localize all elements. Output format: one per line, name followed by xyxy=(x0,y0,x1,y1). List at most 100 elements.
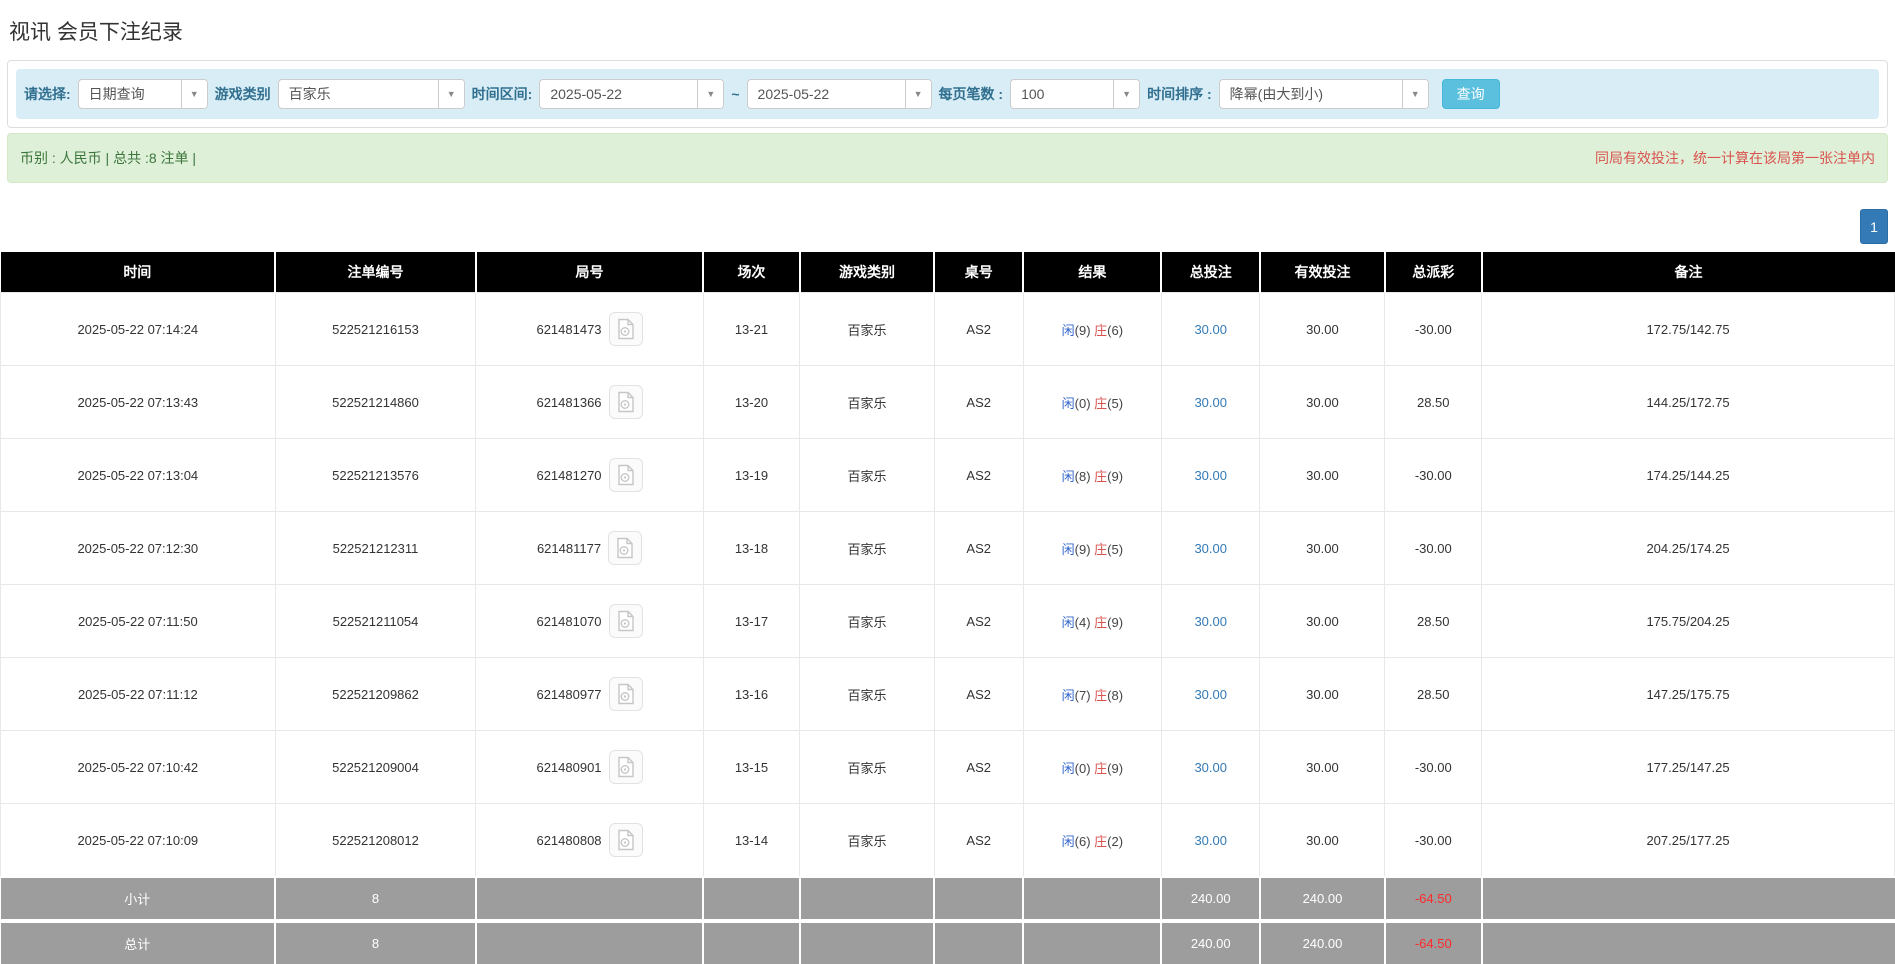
cell-table-number: AS2 xyxy=(933,584,1024,658)
cell-round: 621481270 xyxy=(475,438,704,512)
cell-round: 621480808 xyxy=(475,803,704,878)
date-to-select[interactable]: 2025-05-22 ▼ xyxy=(746,79,932,109)
time-sort-select[interactable]: 降幂(由大到小) ▼ xyxy=(1218,79,1429,109)
date-from-select[interactable]: 2025-05-22 ▼ xyxy=(539,79,725,109)
video-file-icon xyxy=(617,829,634,851)
column-header: 有效投注 xyxy=(1258,252,1385,293)
total-bet-link[interactable]: 30.00 xyxy=(1194,687,1227,702)
game-category-select[interactable]: 百家乐 ▼ xyxy=(277,79,465,109)
total-bet-link[interactable]: 30.00 xyxy=(1194,833,1227,848)
total-empty-cell xyxy=(1022,919,1162,964)
player-result-score: (0) xyxy=(1074,760,1091,776)
banker-result-score: (6) xyxy=(1107,322,1124,338)
player-result-label: 闲 xyxy=(1061,322,1075,338)
video-replay-button[interactable] xyxy=(608,677,643,711)
cell-valid-bet: 30.00 xyxy=(1259,438,1386,512)
video-replay-button[interactable] xyxy=(608,531,643,565)
chevron-down-icon[interactable]: ▼ xyxy=(180,80,207,108)
cell-note: 177.25/147.25 xyxy=(1481,730,1895,804)
cell-valid-bet: 30.00 xyxy=(1259,657,1386,731)
query-type-select[interactable]: 日期查询 ▼ xyxy=(77,79,208,109)
table-row: 2025-05-22 07:11:50 522521211054 621481070… xyxy=(0,584,1895,658)
cell-total-bet: 30.00 xyxy=(1160,730,1261,804)
total-empty-cell xyxy=(702,919,800,964)
video-replay-button[interactable] xyxy=(608,823,643,857)
column-header: 总投注 xyxy=(1160,252,1260,293)
cell-payout: 28.50 xyxy=(1384,584,1483,658)
cell-note: 207.25/177.25 xyxy=(1481,803,1895,878)
cell-bet-id: 522521214860 xyxy=(274,365,477,439)
cell-note: 175.75/204.25 xyxy=(1481,584,1895,658)
cell-valid-bet: 30.00 xyxy=(1259,584,1386,658)
cell-session: 13-16 xyxy=(702,657,801,731)
player-result-label: 闲 xyxy=(1061,687,1075,703)
banker-result-label: 庄 xyxy=(1094,468,1108,484)
video-file-icon xyxy=(617,610,634,632)
cell-time: 2025-05-22 07:13:04 xyxy=(0,438,276,512)
cell-valid-bet: 30.00 xyxy=(1259,292,1386,366)
subtotal-count: 8 xyxy=(274,876,476,921)
chevron-down-icon[interactable]: ▼ xyxy=(1401,80,1428,108)
chevron-down-icon[interactable]: ▼ xyxy=(1113,80,1140,108)
round-number: 621480977 xyxy=(536,686,602,702)
table-row: 2025-05-22 07:13:43 522521214860 621481366… xyxy=(0,365,1895,439)
total-row: 总计 8 240.00 240.00 -64.50 xyxy=(0,919,1895,964)
total-bet-link[interactable]: 30.00 xyxy=(1194,541,1227,556)
cell-session: 13-19 xyxy=(702,438,801,512)
total-empty-cell xyxy=(1480,919,1895,964)
video-replay-button[interactable] xyxy=(608,312,643,346)
filter-panel: 请选择: 日期查询 ▼ 游戏类别 百家乐 ▼ 时间区间: 2025-05-22 … xyxy=(7,60,1888,128)
total-bet-link[interactable]: 30.00 xyxy=(1194,468,1227,483)
page-1-button[interactable]: 1 xyxy=(1860,209,1888,244)
player-result-score: (9) xyxy=(1074,322,1091,338)
player-result-label: 闲 xyxy=(1061,395,1075,411)
round-number: 621481270 xyxy=(536,467,602,483)
total-bet-link[interactable]: 30.00 xyxy=(1194,760,1227,775)
total-bet-link[interactable]: 30.00 xyxy=(1194,322,1227,337)
currency-summary-text: 币别 : 人民币 | 总共 :8 注单 | xyxy=(20,150,197,166)
cell-total-bet: 30.00 xyxy=(1160,584,1261,658)
cell-result: 闲(0) 庄(5) xyxy=(1022,365,1162,439)
cell-note: 204.25/174.25 xyxy=(1481,511,1895,585)
player-result-score: (8) xyxy=(1074,468,1091,484)
cell-payout: 28.50 xyxy=(1384,365,1483,439)
total-bet-link[interactable]: 30.00 xyxy=(1194,614,1227,629)
cell-round: 621480977 xyxy=(475,657,704,731)
video-replay-button[interactable] xyxy=(608,750,643,784)
round-number: 621480901 xyxy=(536,759,602,775)
column-header: 结果 xyxy=(1022,252,1162,293)
chevron-down-icon[interactable]: ▼ xyxy=(437,80,464,108)
cell-bet-id: 522521211054 xyxy=(274,584,477,658)
round-number: 621481177 xyxy=(536,540,602,556)
chevron-down-icon[interactable]: ▼ xyxy=(697,80,724,108)
range-tilde: ~ xyxy=(731,86,740,102)
cell-table-number: AS2 xyxy=(933,657,1024,731)
column-header: 时间 xyxy=(0,252,276,293)
banker-result-score: (2) xyxy=(1107,833,1124,849)
subtotal-empty-cell xyxy=(1022,876,1162,921)
per-page-value: 100 xyxy=(1021,86,1045,102)
subtotal-empty-cell xyxy=(474,876,704,921)
column-header: 局号 xyxy=(474,252,704,293)
banker-result-label: 庄 xyxy=(1094,395,1108,411)
video-replay-button[interactable] xyxy=(608,458,643,492)
round-number: 621481473 xyxy=(536,321,602,337)
chevron-down-icon[interactable]: ▼ xyxy=(904,80,931,108)
cell-session: 13-15 xyxy=(702,730,801,804)
cell-note: 147.25/175.75 xyxy=(1481,657,1895,731)
cell-bet-id: 522521212311 xyxy=(274,511,477,585)
banker-result-label: 庄 xyxy=(1094,614,1108,630)
column-header: 游戏类别 xyxy=(798,252,935,293)
video-replay-button[interactable] xyxy=(608,385,643,419)
player-result-score: (6) xyxy=(1074,833,1091,849)
video-file-icon xyxy=(617,683,634,705)
total-total-bet: 240.00 xyxy=(1160,919,1260,964)
total-count: 8 xyxy=(274,919,476,964)
player-result-score: (0) xyxy=(1074,395,1091,411)
player-result-score: (7) xyxy=(1074,687,1091,703)
table-row: 2025-05-22 07:11:12 522521209862 621480977… xyxy=(0,657,1895,731)
search-button[interactable]: 查询 xyxy=(1441,79,1500,109)
total-bet-link[interactable]: 30.00 xyxy=(1194,395,1227,410)
per-page-select[interactable]: 100 ▼ xyxy=(1010,79,1141,109)
video-replay-button[interactable] xyxy=(608,604,643,638)
